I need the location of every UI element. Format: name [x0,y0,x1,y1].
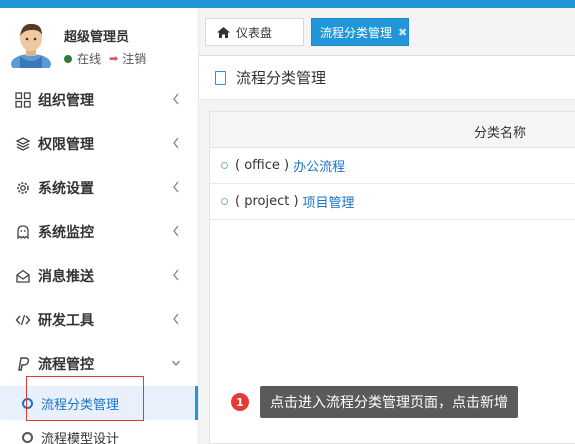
row-name-link[interactable]: 办公流程 [293,156,345,175]
page-title: 流程分类管理 [236,69,327,87]
chevron-left-icon [173,137,179,149]
top-bar [0,0,575,8]
chevron-left-icon [173,181,179,193]
submenu-item-process-model[interactable]: 流程模型设计 [0,420,198,444]
book-icon [215,70,226,85]
chevron-left-icon [173,225,179,237]
menu-item-devtools[interactable]: 研发工具 [0,298,198,342]
menu-label: 组织管理 [38,93,94,109]
menu-item-process[interactable]: 流程管控 [0,342,198,386]
menu-item-settings[interactable]: 系统设置 [0,166,198,210]
tree-node-icon [221,162,228,169]
paypal-icon [18,357,30,371]
column-header-name: 分类名称 [474,126,527,141]
grid-icon [15,92,31,108]
menu-label: 消息推送 [38,269,94,285]
submenu-label: 流程模型设计 [41,431,120,444]
user-name: 超级管理员 [64,30,130,45]
table-row[interactable]: ( office ) 办公流程 [210,148,575,184]
table-header: 分类名称 [210,112,575,148]
row-name-link[interactable]: 项目管理 [303,192,355,211]
tab-dashboard[interactable]: 仪表盘 [205,18,304,46]
page-header: 流程分类管理 [199,56,575,100]
close-icon[interactable]: ✖ [398,26,407,39]
submenu-label: 流程分类管理 [41,397,120,413]
menu-item-monitor[interactable]: 系统监控 [0,210,198,254]
menu-label: 研发工具 [38,313,94,329]
step-tooltip: 1 点击进入流程分类管理页面，点击新增 [231,386,518,418]
ghost-icon [17,225,29,240]
step-number-badge: 1 [231,393,249,411]
tab-label: 流程分类管理 [320,25,393,40]
menu-item-permission[interactable]: 权限管理 [0,122,198,166]
sidebar: 超级管理员 在线 ➡ 注销 组织管理 权限管理 系统设置 系统监控 消息推送 研… [0,8,199,444]
row-code: ( project ) [235,194,299,209]
mail-icon [16,269,30,283]
submenu-item-process-category[interactable]: 流程分类管理 [0,386,198,420]
chevron-down-icon [171,360,181,367]
online-dot-icon [64,54,72,63]
code-icon [15,314,31,326]
table-row[interactable]: ( project ) 项目管理 [210,184,575,220]
avatar[interactable] [10,20,52,68]
chevron-left-icon [173,93,179,105]
tab-process-category[interactable]: 流程分类管理 ✖ [311,18,409,46]
logout-icon[interactable]: ➡ [109,52,118,65]
tooltip-text: 点击进入流程分类管理页面，点击新增 [260,386,518,418]
status-text: 在线 [77,52,102,66]
user-status: 在线 ➡ 注销 [64,50,146,67]
tab-label: 仪表盘 [236,25,273,40]
circle-icon [22,397,33,409]
row-code: ( office ) [235,158,290,173]
chevron-left-icon [173,313,179,325]
menu-label: 流程管控 [38,357,94,373]
gear-icon [17,182,29,194]
circle-icon [22,431,33,443]
tab-bar: 仪表盘 流程分类管理 ✖ [199,8,575,56]
logout-link[interactable]: 注销 [122,50,146,67]
menu-item-org[interactable]: 组织管理 [0,78,198,122]
menu-label: 系统监控 [38,225,94,241]
menu-label: 系统设置 [38,181,94,197]
menu-label: 权限管理 [38,137,94,153]
tree-node-icon [221,198,228,205]
chevron-left-icon [173,269,179,281]
layers-icon [15,137,31,151]
menu-item-message[interactable]: 消息推送 [0,254,198,298]
home-icon [217,26,230,38]
user-panel: 超级管理员 在线 ➡ 注销 [10,20,195,76]
